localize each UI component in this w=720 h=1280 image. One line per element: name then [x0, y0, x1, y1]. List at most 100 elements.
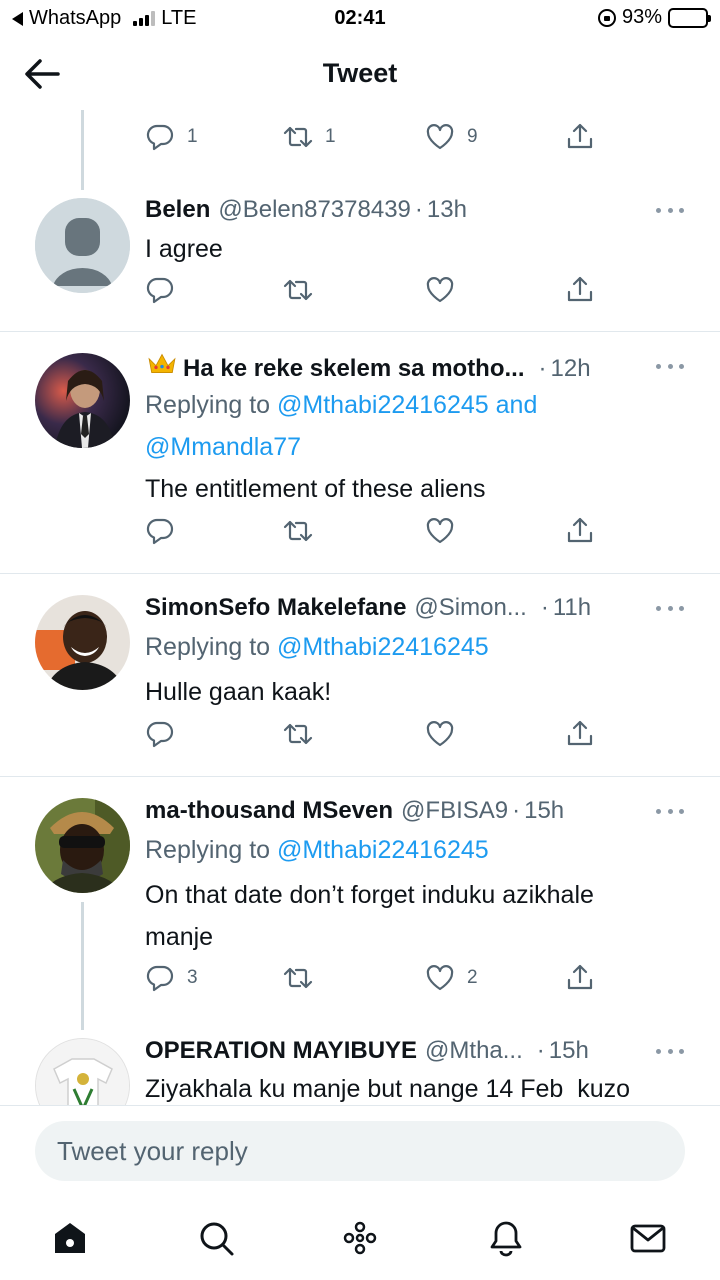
like-button[interactable]: [425, 516, 455, 546]
more-options-icon[interactable]: [656, 806, 684, 816]
avatar[interactable]: [35, 198, 130, 293]
reply-icon: [146, 721, 174, 748]
search-tab[interactable]: [194, 1216, 238, 1260]
display-name[interactable]: SimonSefo Makelefane: [145, 594, 406, 622]
messages-tab[interactable]: [626, 1216, 670, 1260]
reply-button[interactable]: [145, 516, 175, 546]
handle[interactable]: @FBISA9: [401, 797, 508, 825]
battery-percent: 93%: [621, 6, 662, 28]
spaces-icon: [343, 1221, 377, 1255]
crown-emoji: [145, 352, 179, 383]
more-options-icon[interactable]: [656, 1046, 684, 1056]
share-icon: [567, 517, 593, 543]
notifications-tab[interactable]: [484, 1216, 528, 1260]
share-button[interactable]: [565, 122, 595, 152]
default-avatar-icon: [35, 198, 130, 293]
share-button[interactable]: [565, 963, 595, 993]
display-name[interactable]: Belen: [145, 196, 210, 224]
reply-count: 1: [187, 126, 198, 147]
replying-to-label: Replying to: [145, 633, 271, 661]
divider: [0, 776, 720, 777]
reply-button[interactable]: [145, 719, 175, 749]
share-icon: [567, 720, 593, 746]
more-options-icon[interactable]: [656, 603, 684, 613]
avatar[interactable]: [35, 1038, 130, 1105]
retweet-button[interactable]: [283, 719, 313, 749]
share-icon: [567, 123, 593, 149]
retweet-button[interactable]: [283, 516, 313, 546]
like-button[interactable]: [425, 719, 455, 749]
display-name[interactable]: ma-thousand MSeven: [145, 797, 393, 825]
retweet-count: 1: [325, 126, 336, 147]
heart-icon: [426, 721, 454, 747]
share-button[interactable]: [565, 275, 595, 305]
tweet-reply-input[interactable]: [35, 1121, 685, 1181]
home-tab[interactable]: [48, 1216, 92, 1260]
reply-button[interactable]: 1: [145, 122, 198, 152]
retweet-icon: [283, 279, 313, 301]
separator: ·: [536, 1037, 545, 1064]
spaces-tab[interactable]: [338, 1216, 382, 1260]
profile-photo: [35, 353, 130, 448]
timestamp[interactable]: 12h: [551, 355, 591, 383]
tweet-text: Ziyakhala ku manje but nange 14 Feb kuzo: [145, 1075, 631, 1103]
bottom-tab-bar: [0, 1216, 720, 1266]
reply-composer-area: [0, 1105, 720, 1280]
heart-icon: [426, 277, 454, 303]
reply-button[interactable]: [145, 275, 175, 305]
status-bar: WhatsApp LTE 02:41 93%: [0, 0, 720, 38]
mention-link[interactable]: @Mthabi22416245: [277, 836, 489, 864]
share-button[interactable]: [565, 516, 595, 546]
replies-feed[interactable]: 1 1 9 Belen @Belen87378439 · 13h I agree…: [0, 110, 720, 1105]
more-options-icon[interactable]: [656, 205, 684, 215]
handle[interactable]: @Belen87378439: [218, 196, 411, 224]
action-row: [145, 275, 600, 315]
reply-icon: [146, 518, 174, 545]
mention-link[interactable]: @Mthabi22416245: [277, 391, 489, 419]
mention-link[interactable]: @Mthabi22416245: [277, 633, 489, 661]
avatar[interactable]: [35, 595, 130, 690]
mail-icon: [630, 1224, 666, 1253]
retweet-button[interactable]: [283, 963, 313, 993]
parent-action-row: 1 1 9: [145, 122, 600, 162]
reply-icon: [146, 277, 174, 304]
display-name[interactable]: Ha ke reke skelem sa motho...: [183, 355, 525, 383]
reply-icon: [146, 124, 174, 151]
like-button[interactable]: 9: [425, 122, 478, 152]
action-row: [145, 719, 600, 759]
and-label: and: [495, 391, 538, 419]
profile-photo: [36, 1039, 129, 1105]
like-button[interactable]: [425, 275, 455, 305]
handle[interactable]: @Simon...: [414, 594, 526, 622]
home-icon: [55, 1223, 85, 1253]
thread-line: [81, 110, 84, 190]
more-options-icon[interactable]: [656, 361, 684, 371]
timestamp[interactable]: 13h: [427, 196, 467, 224]
timestamp[interactable]: 11h: [553, 594, 591, 622]
rotation-lock-icon: [597, 8, 616, 27]
tweet-text-line: On that date don’t forget induku azikhal…: [145, 881, 594, 909]
share-button[interactable]: [565, 719, 595, 749]
display-name[interactable]: OPERATION MAYIBUYE: [145, 1037, 417, 1065]
like-count: 2: [467, 967, 478, 988]
avatar[interactable]: [35, 798, 130, 893]
tweet-header: OPERATION MAYIBUYE @Mtha... · 15h: [145, 1037, 635, 1065]
handle[interactable]: @Mtha...: [425, 1037, 523, 1065]
header: Tweet: [0, 38, 720, 110]
tweet-text: Hulle gaan kaak!: [145, 678, 332, 706]
avatar[interactable]: [35, 353, 130, 448]
timestamp[interactable]: 15h: [524, 797, 564, 825]
reply-count: 3: [187, 967, 198, 988]
profile-photo: [35, 798, 130, 893]
timestamp[interactable]: 15h: [549, 1037, 589, 1065]
mention-link[interactable]: @Mmandla77: [145, 433, 301, 461]
reply-button[interactable]: 3: [145, 963, 198, 993]
share-icon: [567, 964, 593, 990]
like-button[interactable]: 2: [425, 963, 478, 993]
tweet-text: The entitlement of these aliens: [145, 475, 486, 503]
like-count: 9: [467, 126, 478, 147]
search-icon: [200, 1222, 234, 1256]
action-row: [145, 516, 600, 556]
retweet-button[interactable]: [283, 275, 313, 305]
retweet-button[interactable]: 1: [283, 122, 336, 152]
